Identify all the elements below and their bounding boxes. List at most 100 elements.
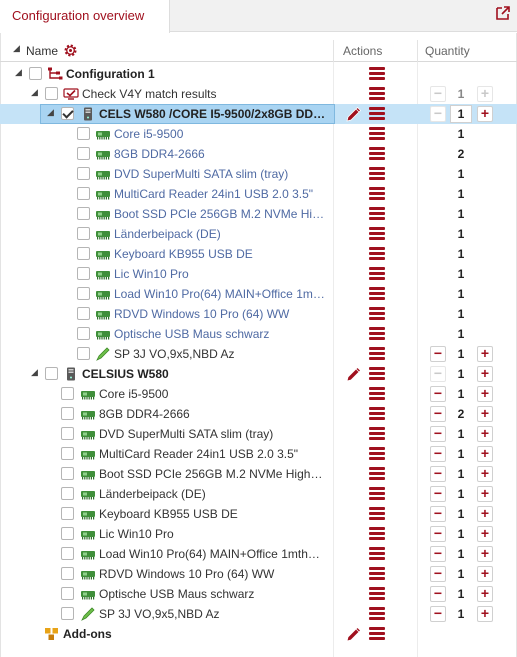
tree-row-c1-country[interactable]: Länderbeipack (DE) 1: [0, 224, 517, 244]
quantity-decrease-button[interactable]: −: [430, 406, 446, 422]
tree-row-configuration-1[interactable]: ◢ Configuration 1: [0, 64, 517, 84]
actions-menu-icon[interactable]: [369, 67, 385, 81]
actions-menu-icon[interactable]: [369, 267, 385, 281]
quantity-decrease-button[interactable]: −: [430, 426, 446, 442]
actions-menu-icon[interactable]: [369, 487, 385, 501]
quantity-decrease-button[interactable]: −: [430, 486, 446, 502]
collapse-caret-icon[interactable]: ◢: [47, 107, 57, 119]
tree-row-c2-ram[interactable]: 8GB DDR4-2666 −2 +: [0, 404, 517, 424]
row-checkbox[interactable]: [61, 107, 74, 120]
tree-row-c2-dvd[interactable]: DVD SuperMulti SATA slim (tray) −1 +: [0, 424, 517, 444]
tree-row-c2-rdvd[interactable]: RDVD Windows 10 Pro (64) WW −1 +: [0, 564, 517, 584]
actions-menu-icon[interactable]: [369, 307, 385, 321]
row-checkbox[interactable]: [61, 507, 74, 520]
quantity-increase-button[interactable]: +: [477, 566, 493, 582]
quantity-increase-button[interactable]: +: [477, 486, 493, 502]
tree-row-c1-ram[interactable]: 8GB DDR4-2666 2: [0, 144, 517, 164]
quantity-decrease-button[interactable]: −: [430, 466, 446, 482]
tree-row-c2-sp[interactable]: SP 3J VO,9x5,NBD Az −1 +: [0, 604, 517, 624]
quantity-decrease-button[interactable]: −: [430, 86, 446, 102]
actions-menu-icon[interactable]: [369, 227, 385, 241]
edit-pencil-icon[interactable]: [345, 625, 363, 643]
actions-menu-icon[interactable]: [369, 567, 385, 581]
tab-configuration-overview[interactable]: Configuration overview: [0, 0, 170, 33]
tree-row-c1-mouse[interactable]: Optische USB Maus schwarz 1: [0, 324, 517, 344]
actions-menu-icon[interactable]: [369, 447, 385, 461]
actions-menu-icon[interactable]: [369, 627, 385, 641]
quantity-increase-button[interactable]: +: [477, 346, 493, 362]
tree-row-c1-keyboard[interactable]: Keyboard KB955 USB DE 1: [0, 244, 517, 264]
collapse-caret-icon[interactable]: ◢: [15, 67, 25, 79]
tree-row-c1-dvd[interactable]: DVD SuperMulti SATA slim (tray) 1: [0, 164, 517, 184]
quantity-increase-button[interactable]: +: [477, 406, 493, 422]
row-checkbox[interactable]: [29, 67, 42, 80]
quantity-decrease-button[interactable]: −: [430, 606, 446, 622]
quantity-decrease-button[interactable]: −: [430, 506, 446, 522]
tree-row-c1-ssd[interactable]: Boot SSD PCIe 256GB M.2 NVMe High-End 1: [0, 204, 517, 224]
actions-menu-icon[interactable]: [369, 467, 385, 481]
quantity-increase-button[interactable]: +: [477, 606, 493, 622]
quantity-increase-button[interactable]: +: [477, 366, 493, 382]
actions-menu-icon[interactable]: [369, 87, 385, 101]
quantity-input[interactable]: 1: [450, 105, 472, 123]
actions-menu-icon[interactable]: [369, 607, 385, 621]
row-checkbox[interactable]: [45, 367, 58, 380]
row-checkbox[interactable]: [77, 327, 90, 340]
tree-row-c2-ssd[interactable]: Boot SSD PCIe 256GB M.2 NVMe High-End −1 +: [0, 464, 517, 484]
tree-row-c1-load[interactable]: Load Win10 Pro(64) MAIN+Office 1mthTrial…: [0, 284, 517, 304]
header-name[interactable]: Name: [26, 44, 58, 58]
actions-menu-icon[interactable]: [369, 407, 385, 421]
quantity-increase-button[interactable]: +: [477, 426, 493, 442]
row-checkbox[interactable]: [77, 167, 90, 180]
actions-menu-icon[interactable]: [369, 587, 385, 601]
tree-row-c2-keyboard[interactable]: Keyboard KB955 USB DE −1 +: [0, 504, 517, 524]
row-checkbox[interactable]: [77, 287, 90, 300]
actions-menu-icon[interactable]: [369, 167, 385, 181]
quantity-increase-button[interactable]: +: [477, 546, 493, 562]
actions-menu-icon[interactable]: [369, 427, 385, 441]
tree-row-c1-sp[interactable]: SP 3J VO,9x5,NBD Az −1 +: [0, 344, 517, 364]
actions-menu-icon[interactable]: [369, 207, 385, 221]
collapse-caret-icon[interactable]: ◢: [31, 87, 41, 99]
tree-row-c1-cardreader[interactable]: MultiCard Reader 24in1 USB 2.0 3.5" 1: [0, 184, 517, 204]
actions-menu-icon[interactable]: [369, 187, 385, 201]
row-checkbox[interactable]: [61, 567, 74, 580]
quantity-decrease-button[interactable]: −: [430, 566, 446, 582]
quantity-increase-button[interactable]: +: [477, 386, 493, 402]
quantity-increase-button[interactable]: +: [477, 86, 493, 102]
quantity-decrease-button[interactable]: −: [430, 446, 446, 462]
quantity-increase-button[interactable]: +: [477, 506, 493, 522]
row-checkbox[interactable]: [61, 527, 74, 540]
collapse-all-icon[interactable]: ◢: [13, 43, 20, 54]
row-checkbox[interactable]: [77, 247, 90, 260]
quantity-increase-button[interactable]: +: [477, 106, 493, 122]
row-checkbox[interactable]: [77, 127, 90, 140]
row-checkbox[interactable]: [77, 207, 90, 220]
actions-menu-icon[interactable]: [369, 347, 385, 361]
actions-menu-icon[interactable]: [369, 247, 385, 261]
row-checkbox[interactable]: [77, 267, 90, 280]
row-checkbox[interactable]: [61, 587, 74, 600]
row-checkbox[interactable]: [61, 547, 74, 560]
tree-row-check-match[interactable]: ◢ Check V4Y match results −1 +: [0, 84, 517, 104]
actions-menu-icon[interactable]: [369, 127, 385, 141]
tree-row-c2-lic[interactable]: Lic Win10 Pro −1 +: [0, 524, 517, 544]
row-checkbox[interactable]: [77, 187, 90, 200]
tree-row-c1-lic[interactable]: Lic Win10 Pro 1: [0, 264, 517, 284]
row-checkbox[interactable]: [77, 307, 90, 320]
actions-menu-icon[interactable]: [369, 367, 385, 381]
row-checkbox[interactable]: [77, 147, 90, 160]
quantity-decrease-button[interactable]: −: [430, 526, 446, 542]
actions-menu-icon[interactable]: [369, 387, 385, 401]
row-checkbox[interactable]: [61, 447, 74, 460]
row-checkbox[interactable]: [61, 487, 74, 500]
edit-pencil-icon[interactable]: [345, 105, 363, 123]
quantity-decrease-button[interactable]: −: [430, 346, 446, 362]
tree-row-c2-core[interactable]: Core i5-9500 −1 +: [0, 384, 517, 404]
row-checkbox[interactable]: [61, 607, 74, 620]
actions-menu-icon[interactable]: [369, 107, 385, 121]
quantity-decrease-button[interactable]: −: [430, 106, 446, 122]
actions-menu-icon[interactable]: [369, 327, 385, 341]
quantity-decrease-button[interactable]: −: [430, 366, 446, 382]
row-checkbox[interactable]: [77, 227, 90, 240]
